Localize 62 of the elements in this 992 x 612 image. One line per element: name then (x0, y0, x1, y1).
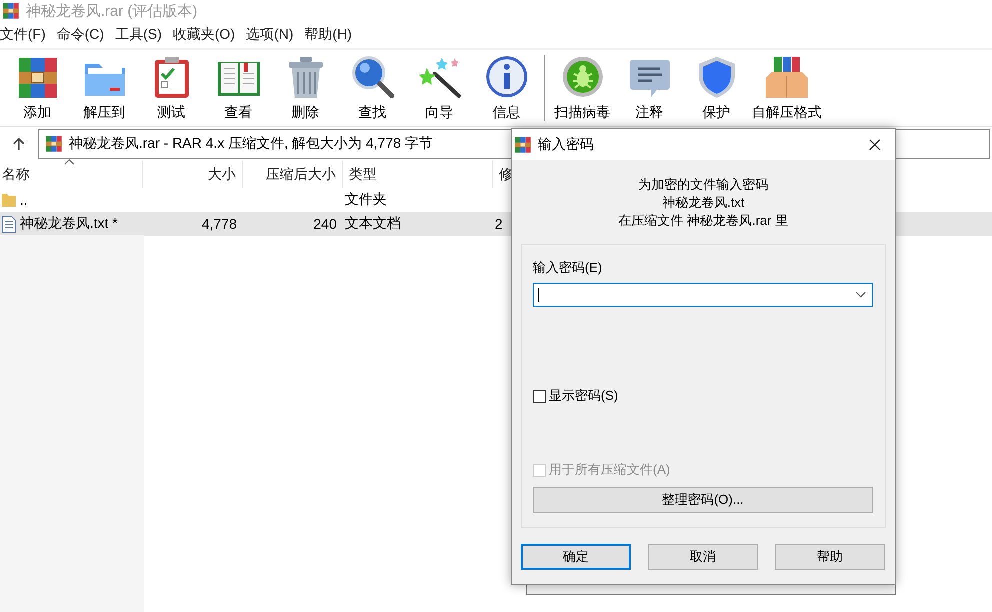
checklist-icon (154, 57, 188, 98)
info-icon (486, 56, 527, 98)
menu-item[interactable]: 选项(N) (246, 26, 301, 44)
column-header[interactable]: 名称 (0, 161, 143, 188)
shield-icon (698, 57, 734, 98)
column-header[interactable]: 大小 (143, 161, 243, 188)
folder-icon (2, 192, 16, 208)
dialog-title: 输入密码 (538, 136, 595, 154)
field-label: 输入密码(E) (533, 259, 604, 277)
toolbar-button[interactable]: 注释 (636, 104, 664, 122)
message-text: 在压缩文件 神秘龙卷风.rar 里 (618, 212, 788, 230)
table-cell: 240 (314, 216, 337, 232)
document-icon (2, 216, 16, 232)
toolbar-button[interactable]: 向导 (426, 104, 454, 122)
toolbar-button[interactable]: 保护 (702, 104, 730, 122)
bug-icon (562, 57, 602, 97)
menu-item[interactable]: 工具(S) (115, 26, 169, 44)
password-field[interactable] (533, 283, 873, 307)
toolbar-button[interactable]: 查看 (224, 104, 252, 122)
menu-item[interactable]: 帮助(H) (304, 26, 360, 44)
menu-item[interactable]: 文件(F) (0, 26, 53, 44)
table-cell: 文本文档 (345, 215, 401, 233)
dropdown-icon[interactable] (856, 292, 866, 298)
speech-bubble-icon (630, 60, 670, 98)
organize-button[interactable]: 整理密码(O)... (533, 487, 873, 513)
column-header[interactable]: 压缩后大小 (243, 161, 343, 188)
toolbar-button[interactable]: 查找 (358, 104, 386, 122)
dialog-button[interactable]: 帮助 (775, 544, 885, 570)
message-text: 为加密的文件输入密码 (638, 176, 768, 194)
window-title: 神秘龙卷风.rar (评估版本) (26, 2, 198, 20)
search-icon (352, 56, 394, 98)
dialog-button[interactable]: 取消 (648, 544, 758, 570)
package-icon (766, 57, 808, 98)
column-header[interactable]: 类型 (343, 161, 493, 188)
folder-icon (84, 64, 124, 96)
dialog-button[interactable]: 确定 (521, 544, 631, 570)
toolbar-button[interactable]: 信息 (492, 104, 520, 122)
book-icon (218, 62, 260, 96)
toolbar-button[interactable]: 自解压格式 (752, 104, 822, 122)
archive-icon (514, 136, 532, 154)
toolbar-button[interactable]: 测试 (158, 104, 186, 122)
trash-icon (288, 57, 322, 98)
archive-icon (45, 135, 63, 153)
books-icon (18, 58, 56, 98)
checkbox-label[interactable]: 显示密码(S) (549, 387, 618, 405)
table-cell: 神秘龙卷风.txt * (20, 215, 118, 233)
menu-item[interactable]: 命令(C) (56, 26, 112, 44)
magic-wand-icon (418, 58, 460, 98)
table-cell: 文件夹 (345, 191, 387, 209)
message-text: 神秘龙卷风.txt (662, 194, 745, 212)
up-arrow-icon[interactable] (12, 137, 26, 151)
toolbar-button[interactable]: 解压到 (84, 104, 126, 122)
table-cell: .. (20, 192, 28, 208)
table-cell: 4,778 (202, 216, 237, 232)
toolbar-button[interactable]: 删除 (292, 104, 320, 122)
close-icon[interactable] (869, 138, 881, 150)
toolbar-button[interactable]: 扫描病毒 (554, 104, 610, 122)
table-cell: 2 (495, 216, 503, 232)
toolbar-button[interactable]: 添加 (24, 104, 52, 122)
menu-item[interactable]: 收藏夹(O) (173, 26, 242, 44)
checkbox[interactable] (533, 390, 546, 402)
archive-icon (2, 2, 20, 20)
